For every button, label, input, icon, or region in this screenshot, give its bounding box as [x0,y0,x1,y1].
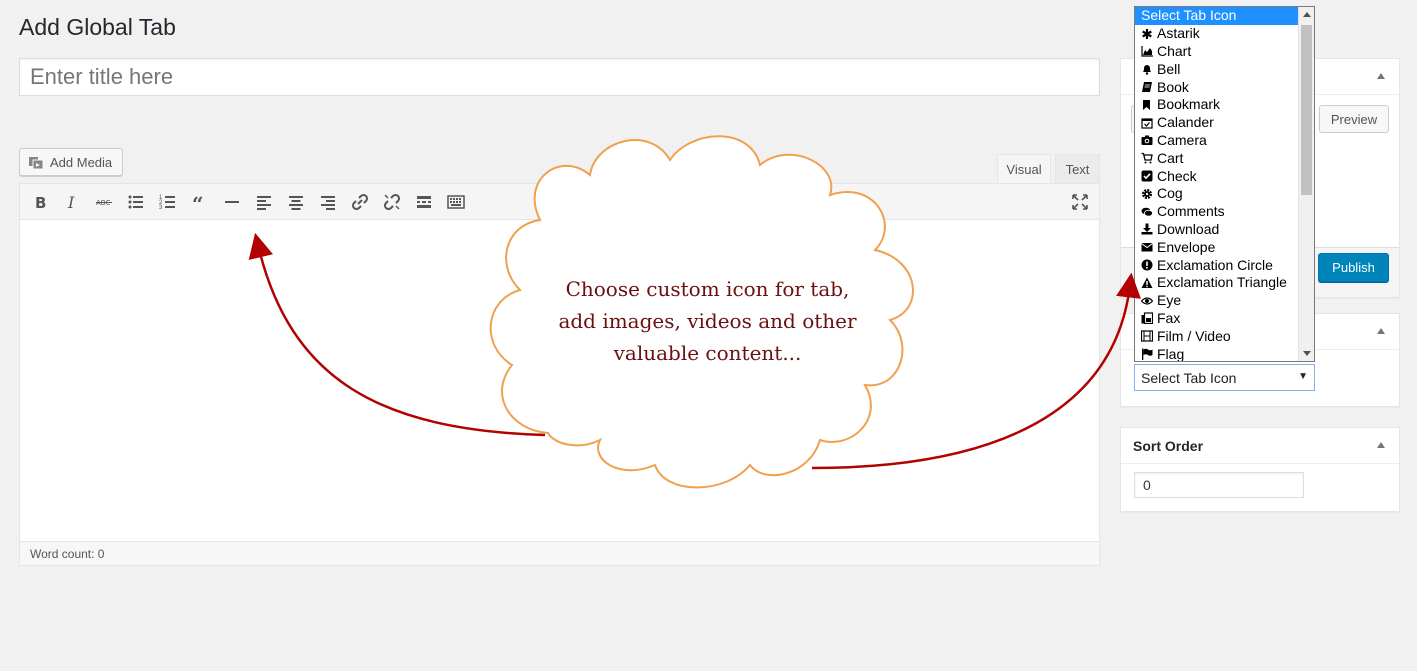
publish-button[interactable]: Publish [1318,253,1389,282]
check-square-icon [1141,170,1153,182]
book-icon [1142,82,1152,93]
annotation-cloud-text: Choose custom icon for tab, add images, … [558,277,857,365]
tab-text[interactable]: Text [1055,154,1100,183]
strikethrough-icon[interactable]: ABC [92,190,116,214]
svg-text:“: “ [192,193,204,211]
align-center-icon[interactable] [284,190,308,214]
editor-content-area[interactable] [20,220,1099,542]
option-comments[interactable]: Comments [1135,203,1299,221]
bookmark-icon [1143,99,1150,110]
preview-button[interactable]: Preview [1319,105,1389,133]
collapse-arrow-icon[interactable] [1377,73,1385,79]
option-film-video[interactable]: Film / Video [1135,327,1299,345]
editor-toolbar: B I ABC 123 “ [20,184,1099,220]
horizontal-line-icon[interactable] [220,190,244,214]
area-chart-icon [1141,46,1153,58]
fullscreen-icon[interactable] [1068,190,1092,214]
option-exclamation-circle[interactable]: Exclamation Circle [1135,256,1299,274]
option-chart[interactable]: Chart [1135,43,1299,61]
bell-icon [1143,65,1151,75]
download-icon [1141,223,1153,235]
option-select-tab-icon[interactable]: Select Tab Icon [1135,7,1299,25]
align-right-icon[interactable] [316,190,340,214]
option-eye[interactable]: Eye [1135,292,1299,310]
svg-text:3: 3 [159,205,163,211]
tab-icon-select-value: Select Tab Icon [1141,370,1237,386]
svg-text:B: B [35,194,46,211]
option-flag[interactable]: Flag [1135,345,1299,361]
option-cog[interactable]: Cog [1135,185,1299,203]
unlink-icon[interactable] [380,190,404,214]
dropdown-scrollbar[interactable] [1298,7,1314,361]
exclamation-circle-icon [1141,259,1153,271]
title-input[interactable] [19,58,1100,96]
scroll-down-icon[interactable] [1303,351,1311,356]
comments-icon [1141,207,1153,217]
sort-order-heading: Sort Order [1121,428,1399,464]
add-media-button[interactable]: Add Media [19,148,123,176]
option-bookmark[interactable]: Bookmark [1135,96,1299,114]
option-envelope[interactable]: Envelope [1135,238,1299,256]
blockquote-icon[interactable]: “ [188,190,212,214]
bold-icon[interactable]: B [28,190,52,214]
sort-order-input[interactable] [1134,472,1304,498]
toolbar-toggle-icon[interactable] [444,190,468,214]
tab-icon-select[interactable]: Select Tab Icon ▼ [1134,364,1315,391]
option-calander[interactable]: Calander [1135,114,1299,132]
option-check[interactable]: Check [1135,167,1299,185]
option-download[interactable]: Download [1135,221,1299,239]
page-title: Add Global Tab [19,14,176,40]
fax-icon [1141,312,1153,325]
editor: B I ABC 123 “ Word count: 0 [19,183,1100,566]
word-count: Word count: 0 [20,541,1099,565]
add-media-label: Add Media [50,154,113,170]
exclamation-triangle-icon [1141,277,1153,288]
scroll-up-icon[interactable] [1303,12,1311,17]
svg-text:I: I [67,193,75,211]
tab-icon-dropdown[interactable]: Select Tab Icon Astarik Chart Bell Book … [1134,6,1315,362]
option-camera[interactable]: Camera [1135,132,1299,150]
bulleted-list-icon[interactable] [124,190,148,214]
sort-order-box: Sort Order [1120,427,1400,512]
collapse-arrow-icon[interactable] [1377,442,1385,448]
calendar-check-icon [1141,118,1153,129]
cart-icon [1141,153,1153,164]
collapse-arrow-icon[interactable] [1377,328,1385,334]
dropdown-caret-icon: ▼ [1298,371,1308,382]
option-astarik[interactable]: Astarik [1135,25,1299,43]
cog-icon [1142,188,1152,199]
option-bell[interactable]: Bell [1135,60,1299,78]
scroll-thumb[interactable] [1301,25,1312,195]
option-cart[interactable]: Cart [1135,149,1299,167]
italic-icon[interactable]: I [60,190,84,214]
flag-icon [1142,348,1153,361]
film-icon [1141,330,1153,342]
asterisk-icon [1142,28,1152,39]
option-fax[interactable]: Fax [1135,310,1299,328]
eye-icon [1141,297,1153,305]
envelope-icon [1141,243,1153,252]
tab-visual[interactable]: Visual [997,154,1051,183]
option-book[interactable]: Book [1135,78,1299,96]
align-left-icon[interactable] [252,190,276,214]
link-icon[interactable] [348,190,372,214]
read-more-icon[interactable] [412,190,436,214]
camera-icon [1141,135,1153,146]
numbered-list-icon[interactable]: 123 [156,190,180,214]
option-exclamation-triangle[interactable]: Exclamation Triangle [1135,274,1299,292]
media-icon [29,157,44,170]
